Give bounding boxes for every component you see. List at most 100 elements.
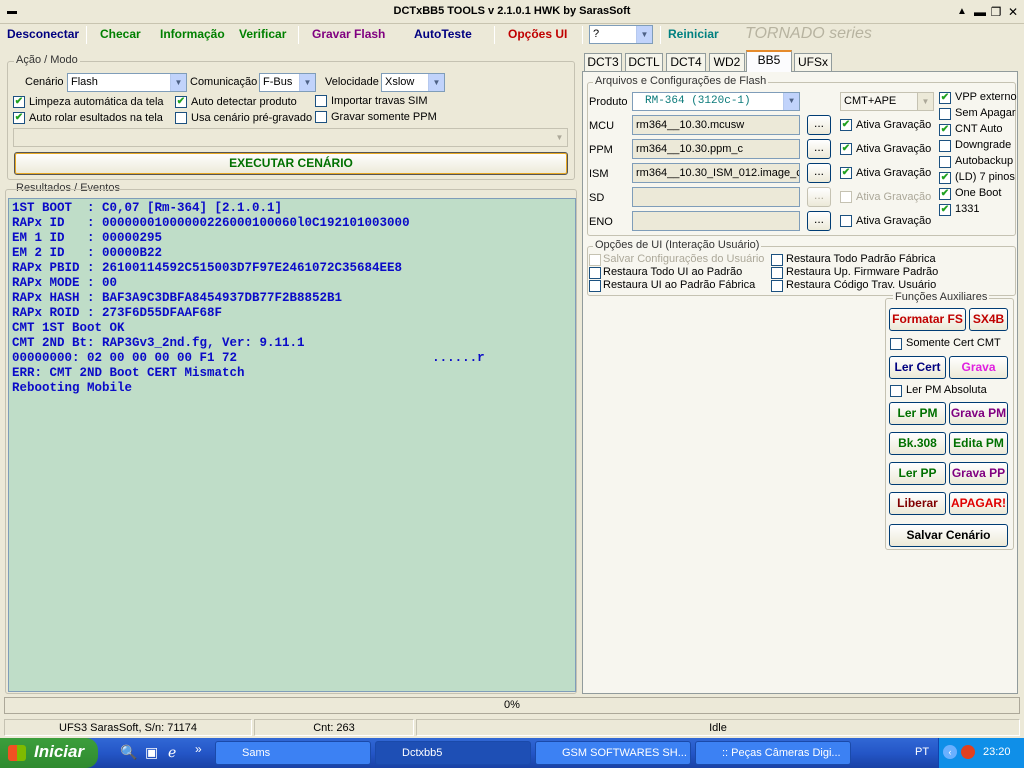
menu-checar[interactable]: Checar [100, 27, 141, 41]
status-cnt: Cnt: 263 [254, 719, 414, 736]
ism-path-field[interactable]: rm364__10.30_ISM_012.image_c [632, 163, 800, 183]
task-dctxbb5[interactable]: Dctxbb5 [375, 741, 531, 765]
comunicacao-select[interactable]: F-Bus ▼ [259, 73, 316, 92]
formatar-fs-button[interactable]: Formatar FS [889, 308, 966, 331]
menu-verificar[interactable]: Verificar [239, 27, 286, 41]
salvar-cenario-button[interactable]: Salvar Cenário [889, 524, 1008, 547]
results-log[interactable]: 1ST BOOT : C0,07 [Rm-364] [2.1.0.1] RAPx … [8, 198, 576, 692]
restaura-codigo-checkbox[interactable] [771, 280, 783, 292]
mcu-ativa-checkbox[interactable]: ✔ [840, 119, 852, 131]
log-line: CMT 2ND Bt: RAP3Gv3_2nd.fg, Ver: 9.11.1 [12, 336, 305, 350]
cenario-pregravado-checkbox[interactable] [175, 112, 187, 124]
ppm-path-field[interactable]: rm364__10.30.ppm_c [632, 139, 800, 159]
sem-apagar-checkbox[interactable] [939, 108, 951, 120]
scenario-path-select[interactable]: ▼ [13, 128, 568, 147]
velocidade-select[interactable]: Xslow ▼ [381, 73, 445, 92]
produto-select[interactable]: RM-364 (3120c-1) ▼ [632, 92, 800, 111]
task-sams[interactable]: Sams [215, 741, 371, 765]
autobackup-checkbox[interactable] [939, 156, 951, 168]
menu-gravar-flash[interactable]: Gravar Flash [312, 27, 385, 41]
sd-browse-button[interactable]: ... [807, 187, 831, 207]
limpeza-label: Limpeza automática da tela [29, 96, 164, 108]
grava-cert-button[interactable]: Grava Cert [949, 356, 1008, 379]
ism-label: ISM [589, 168, 609, 180]
ism-browse-button[interactable]: ... [807, 163, 831, 183]
salvar-config-checkbox[interactable] [589, 254, 601, 266]
mode-select[interactable]: CMT+APE ▼ [840, 92, 934, 111]
tab-ufsx[interactable]: UFSx [794, 53, 832, 71]
tray-app-icon[interactable] [961, 745, 975, 759]
tab-wd2[interactable]: WD2 [709, 53, 745, 71]
desktop-icon[interactable]: ▣ [145, 744, 158, 761]
restaura-ui-fabrica-checkbox[interactable] [589, 280, 601, 292]
chevron-right-icon[interactable]: » [195, 742, 202, 756]
arquivos-title: Arquivos e Configurações de Flash [593, 75, 769, 87]
menu-autoteste[interactable]: AutoTeste [414, 27, 472, 41]
importar-travas-checkbox[interactable] [315, 95, 327, 107]
grava-pm-button[interactable]: Grava PM [949, 402, 1008, 425]
one-boot-checkbox[interactable]: ✔ [939, 188, 951, 200]
eno-path-field[interactable] [632, 211, 800, 231]
ler-pm-button[interactable]: Ler PM [889, 402, 946, 425]
eno-browse-button[interactable]: ... [807, 211, 831, 231]
tray-arrow-icon[interactable]: ‹ [943, 745, 957, 759]
limpeza-checkbox[interactable]: ✔ [13, 96, 25, 108]
tab-dctl[interactable]: DCTL [625, 53, 663, 71]
sd-ativa-checkbox[interactable] [840, 191, 852, 203]
ld-7-pinos-checkbox[interactable]: ✔ [939, 172, 951, 184]
downgrade-checkbox[interactable] [939, 140, 951, 152]
menu-separator [582, 26, 583, 44]
mcu-browse-button[interactable]: ... [807, 115, 831, 135]
vpp-externo-checkbox[interactable]: ✔ [939, 92, 951, 104]
somente-cert-checkbox[interactable] [890, 338, 902, 350]
restaura-todo-ui-checkbox[interactable] [589, 267, 601, 279]
cenario-select[interactable]: Flash ▼ [67, 73, 187, 92]
apagar-button[interactable]: APAGAR! [949, 492, 1008, 515]
ler-pm-absoluta-checkbox[interactable] [890, 385, 902, 397]
tab-bb5[interactable]: BB5 [746, 50, 792, 72]
executar-cenario-button[interactable]: EXECUTAR CENÁRIO [14, 152, 568, 175]
language-indicator[interactable]: PT [915, 746, 929, 758]
bk308-button[interactable]: Bk.308 [889, 432, 946, 455]
task-gsm-softwares[interactable]: GSM SOFTWARES SH... [535, 741, 691, 765]
browser-icon[interactable]: ℯ [168, 744, 176, 761]
ppm-browse-button[interactable]: ... [807, 139, 831, 159]
ler-pp-button[interactable]: Ler PP [889, 462, 946, 485]
tab-dct4[interactable]: DCT4 [666, 53, 706, 71]
auto-rolar-checkbox[interactable]: ✔ [13, 112, 25, 124]
auto-detectar-checkbox[interactable]: ✔ [175, 96, 187, 108]
task-pecas-cameras[interactable]: :: Peças Câmeras Digi... [695, 741, 851, 765]
maximize-button[interactable]: ❐ [988, 4, 1004, 20]
minimize-button[interactable]: ▬ [972, 4, 988, 20]
grava-pp-button[interactable]: Grava PP [949, 462, 1008, 485]
menu-reiniciar[interactable]: Reiniciar [668, 27, 719, 41]
liberar-button[interactable]: Liberar [889, 492, 946, 515]
tab-dct3[interactable]: DCT3 [584, 53, 622, 71]
menu-desconectar[interactable]: Desconectar [7, 27, 79, 41]
cnt-auto-checkbox[interactable]: ✔ [939, 124, 951, 136]
sx4b-button[interactable]: SX4B [969, 308, 1008, 331]
close-button[interactable]: ✕ [1005, 4, 1021, 20]
opt-1331-checkbox[interactable]: ✔ [939, 204, 951, 216]
edita-pm-button[interactable]: Edita PM [949, 432, 1008, 455]
menu-opcoes-ui[interactable]: Opções UI [508, 27, 567, 41]
ism-ativa-checkbox[interactable]: ✔ [840, 167, 852, 179]
collapse-icon[interactable]: ▲ [954, 4, 970, 20]
mcu-path-field[interactable]: rm364__10.30.mcusw [632, 115, 800, 135]
restaura-firmware-checkbox[interactable] [771, 267, 783, 279]
ler-cert-button[interactable]: Ler Cert [889, 356, 946, 379]
sd-path-field[interactable] [632, 187, 800, 207]
menu-informacao[interactable]: Informação [160, 27, 225, 41]
chevron-down-icon: ▼ [917, 93, 933, 110]
search-icon[interactable]: 🔍 [120, 744, 137, 761]
gravar-ppm-checkbox[interactable] [315, 111, 327, 123]
eno-ativa-checkbox[interactable] [840, 215, 852, 227]
ppm-ativa-checkbox[interactable]: ✔ [840, 143, 852, 155]
restaura-todo-fabrica-checkbox[interactable] [771, 254, 783, 266]
auto-rolar-label: Auto rolar esultados na tela [29, 112, 163, 124]
sd-ativa-label: Ativa Gravação [856, 191, 932, 203]
menu-combo[interactable]: ? ▼ [589, 25, 653, 44]
restaura-todo-ui-label: Restaura Todo UI ao Padrão [603, 266, 743, 278]
acao-modo-title: Ação / Modo [14, 54, 80, 66]
start-button[interactable]: Iniciar [0, 738, 98, 768]
